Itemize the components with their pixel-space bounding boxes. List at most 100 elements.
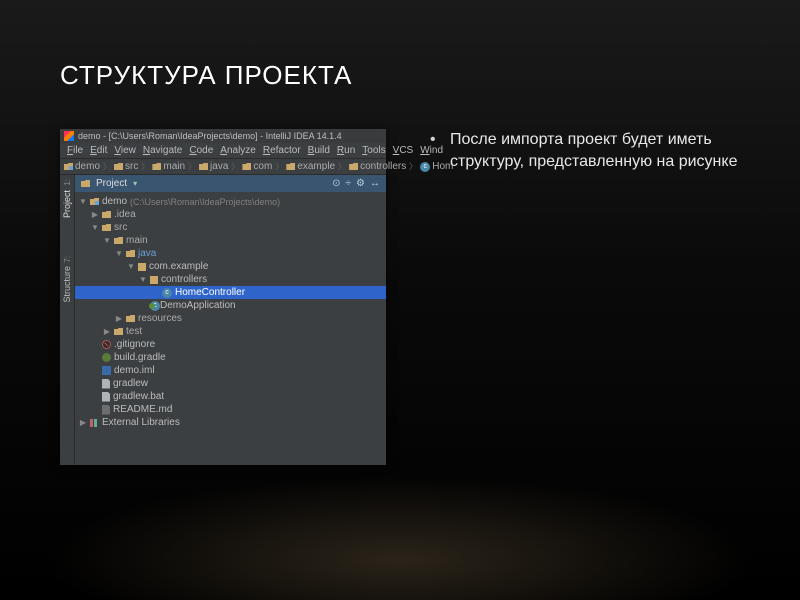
- slide-title: СТРУКТУРА ПРОЕКТА: [60, 60, 740, 91]
- chevron-icon: 〉: [231, 161, 239, 172]
- tree-node-demoapplication[interactable]: c DemoApplication: [75, 299, 386, 312]
- ide-window: demo - [C:\Users\Roman\IdeaProjects\demo…: [60, 129, 386, 465]
- chevron-icon: 〉: [409, 161, 417, 172]
- breadcrumb[interactable]: demo〉src〉main〉java〉com〉example〉controlle…: [60, 158, 386, 175]
- tree-node-gradlew-bat[interactable]: gradlew.bat: [75, 390, 386, 403]
- tree-node-resources[interactable]: resources: [75, 312, 386, 325]
- tree-node-gradlew[interactable]: gradlew: [75, 377, 386, 390]
- collapse-icon[interactable]: [115, 314, 123, 323]
- collapse-icon[interactable]: [91, 210, 99, 219]
- tree-node--gitignore[interactable]: .gitignore: [75, 338, 386, 351]
- menu-file[interactable]: File: [64, 144, 86, 157]
- crumb-demo[interactable]: demo: [64, 161, 100, 172]
- tree-label: build.gradle: [114, 352, 166, 363]
- menu-run[interactable]: Run: [334, 144, 358, 157]
- menu-edit[interactable]: Edit: [87, 144, 110, 157]
- expand-icon[interactable]: [139, 275, 147, 284]
- tree-label: .idea: [114, 209, 136, 220]
- expand-icon[interactable]: [91, 223, 99, 232]
- tree-label: demo: [102, 196, 127, 207]
- tree-node-src[interactable]: src: [75, 221, 386, 234]
- crumb-java[interactable]: java: [199, 161, 228, 172]
- expand-icon[interactable]: [115, 249, 123, 258]
- project-panel-header[interactable]: Project ▾ ⊙÷⚙↔: [75, 175, 386, 192]
- tree-node-demo[interactable]: demo (C:\Users\Roman\IdeaProjects\demo): [75, 195, 386, 208]
- chevron-icon: 〉: [338, 161, 346, 172]
- tree-node-controllers[interactable]: controllers: [75, 273, 386, 286]
- folder-icon: [81, 180, 90, 187]
- tree-node-build-gradle[interactable]: build.gradle: [75, 351, 386, 364]
- menu-vcs[interactable]: VCS: [390, 144, 417, 157]
- tree-node-main[interactable]: main: [75, 234, 386, 247]
- tree-node-external-libraries[interactable]: External Libraries: [75, 416, 386, 429]
- expand-icon[interactable]: [127, 262, 135, 271]
- tree-label: DemoApplication: [160, 300, 236, 311]
- tree-node-readme-md[interactable]: README.md: [75, 403, 386, 416]
- tree-node--idea[interactable]: .idea: [75, 208, 386, 221]
- md-icon: [102, 405, 110, 415]
- dropdown-icon[interactable]: ▾: [133, 179, 137, 188]
- chevron-icon: 〉: [103, 161, 111, 172]
- crumb-main[interactable]: main: [152, 161, 185, 172]
- collapse-icon[interactable]: [79, 418, 87, 427]
- folder-icon: [102, 211, 111, 218]
- gitignore-icon: [102, 340, 111, 349]
- crumb-com[interactable]: com: [242, 161, 272, 172]
- ide-body: 1: Project 7: Structure Project ▾ ⊙ ÷ ⚙ ↔ d…: [60, 175, 386, 465]
- slide: СТРУКТУРА ПРОЕКТА demo - [C:\Users\Roman…: [0, 0, 800, 600]
- tree-label: External Libraries: [102, 417, 180, 428]
- tree-node-java[interactable]: java: [75, 247, 386, 260]
- panel-tool-3[interactable]: ↔: [370, 178, 380, 189]
- tree-suffix: (C:\Users\Roman\IdeaProjects\demo): [130, 197, 280, 207]
- tree-label: HomeController: [175, 287, 245, 298]
- menu-refactor[interactable]: Refactor: [260, 144, 304, 157]
- module-icon: [90, 198, 99, 205]
- crumb-example[interactable]: example: [286, 161, 335, 172]
- folder-icon: [126, 315, 135, 322]
- panel-tool-0[interactable]: ⊙: [332, 178, 340, 189]
- tree-node-com-example[interactable]: com.example: [75, 260, 386, 273]
- gradle-icon: [102, 353, 111, 362]
- panel-tool-2[interactable]: ⚙: [356, 178, 365, 189]
- tree-label: main: [126, 235, 148, 246]
- bullet-item: После импорта проект будет иметь структу…: [430, 129, 740, 174]
- tree-label: test: [126, 326, 142, 337]
- menu-navigate[interactable]: Navigate: [140, 144, 185, 157]
- file-icon: [102, 392, 110, 402]
- tree-node-homecontroller[interactable]: c HomeController: [75, 286, 386, 299]
- folder-icon: [114, 328, 123, 335]
- class-icon: c: [162, 288, 172, 298]
- folder-icon: [286, 163, 295, 170]
- tree-label: java: [138, 248, 156, 259]
- ide-titlebar: demo - [C:\Users\Roman\IdeaProjects\demo…: [60, 129, 386, 143]
- tree-node-test[interactable]: test: [75, 325, 386, 338]
- folder-icon: [199, 163, 208, 170]
- tree-label: resources: [138, 313, 182, 324]
- menu-tools[interactable]: Tools: [359, 144, 388, 157]
- collapse-icon[interactable]: [103, 327, 111, 336]
- folder-icon: [114, 237, 123, 244]
- crumb-controllers[interactable]: controllers: [349, 161, 406, 172]
- left-tool-tabs[interactable]: 1: Project 7: Structure: [60, 175, 75, 465]
- expand-icon[interactable]: [79, 197, 87, 206]
- slide-content: demo - [C:\Users\Roman\IdeaProjects\demo…: [60, 129, 740, 465]
- tab-structure[interactable]: Structure: [62, 266, 72, 303]
- menu-view[interactable]: View: [111, 144, 139, 157]
- tab-project[interactable]: Project: [62, 190, 72, 218]
- tree-label: gradlew.bat: [113, 391, 164, 402]
- panel-tool-1[interactable]: ÷: [346, 178, 352, 189]
- expand-icon[interactable]: [103, 236, 111, 245]
- tree-node-demo-iml[interactable]: demo.iml: [75, 364, 386, 377]
- menu-analyze[interactable]: Analyze: [217, 144, 259, 157]
- project-tree[interactable]: demo (C:\Users\Roman\IdeaProjects\demo) …: [75, 192, 386, 465]
- crumb-src[interactable]: src: [114, 161, 138, 172]
- ide-menubar[interactable]: FileEditViewNavigateCodeAnalyzeRefactorB…: [60, 143, 386, 158]
- tree-label: com.example: [149, 261, 208, 272]
- panel-tools[interactable]: ⊙ ÷ ⚙ ↔: [332, 178, 380, 189]
- pkg-icon: [150, 276, 158, 284]
- lib-icon: [90, 419, 99, 427]
- menu-build[interactable]: Build: [305, 144, 333, 157]
- folder-icon: [152, 163, 161, 170]
- menu-code[interactable]: Code: [186, 144, 216, 157]
- folder-icon: [349, 163, 358, 170]
